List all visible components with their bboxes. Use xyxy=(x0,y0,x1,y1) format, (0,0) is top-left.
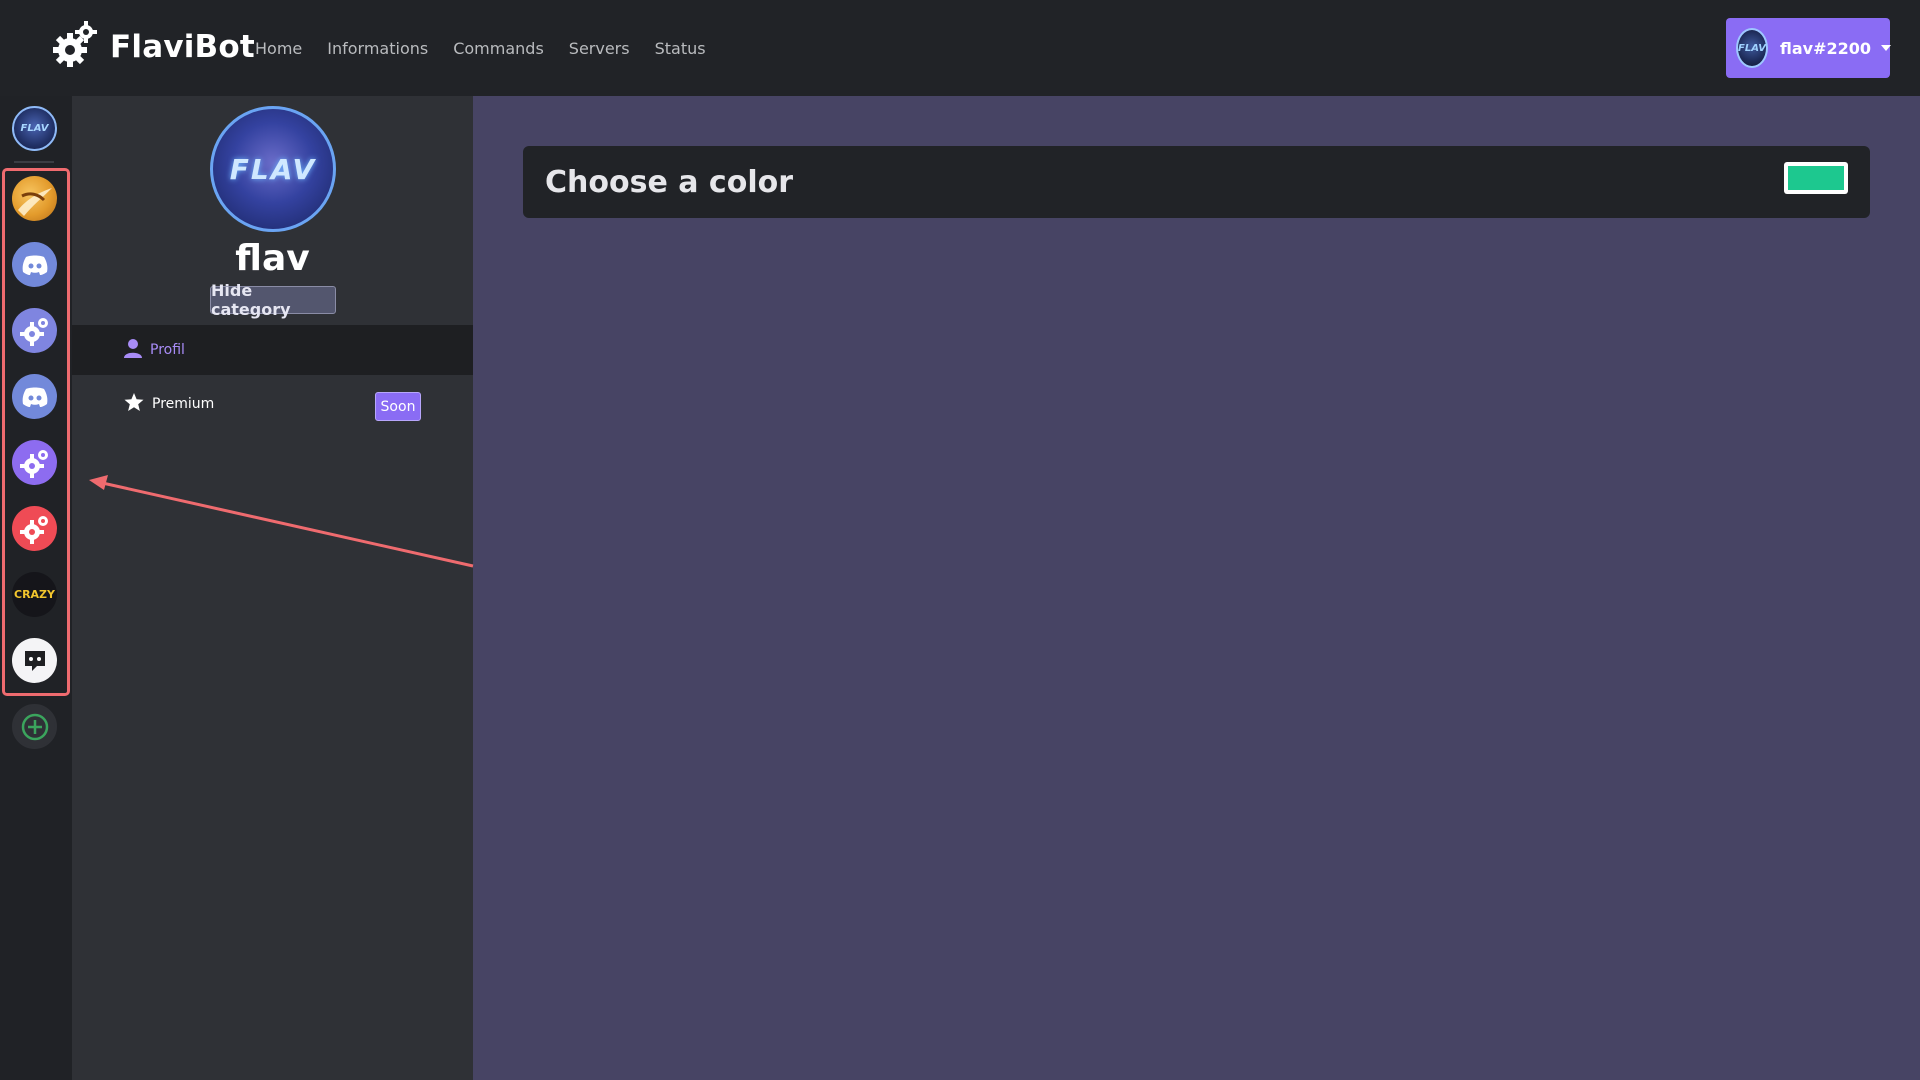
profile-name: flav xyxy=(235,238,310,279)
menu-item-premium[interactable]: Premium Soon xyxy=(72,379,473,429)
avatar: FLAV xyxy=(1736,28,1769,68)
server-icon-gear-purple[interactable] xyxy=(12,440,57,485)
nav-link-commands[interactable]: Commands xyxy=(453,39,544,58)
server-icon-gear-red[interactable] xyxy=(12,506,57,551)
top-navbar: FlaviBot Home Informations Commands Serv… xyxy=(0,0,1920,96)
nav-link-servers[interactable]: Servers xyxy=(569,39,630,58)
nav-links: Home Informations Commands Servers Statu… xyxy=(255,0,706,96)
gear-logo-icon xyxy=(50,20,98,74)
brand-title: FlaviBot xyxy=(110,29,255,65)
menu-label-profil: Profil xyxy=(150,342,185,358)
server-icon-discord-1[interactable] xyxy=(12,242,57,287)
user-name: flav#2200 xyxy=(1780,38,1872,58)
color-card-title: Choose a color xyxy=(545,164,794,200)
category-panel: FLAV flav Hide category Profil Premium S… xyxy=(72,96,473,1080)
user-menu-button[interactable]: FLAV flav#2200 xyxy=(1726,18,1892,78)
server-icon-orange[interactable] xyxy=(12,176,57,221)
soon-badge: Soon xyxy=(375,392,421,421)
profile-avatar: FLAV xyxy=(210,106,336,232)
nav-link-status[interactable]: Status xyxy=(655,39,706,58)
server-icon-flav[interactable]: FLAV xyxy=(12,106,57,151)
rail-divider xyxy=(14,161,54,163)
server-crazy-label: CRAZY xyxy=(14,588,55,601)
server-rail: FLAV CRAZY xyxy=(0,96,72,1080)
caret-down-icon xyxy=(1881,45,1892,51)
color-swatch-fill xyxy=(1788,166,1844,190)
star-icon xyxy=(124,392,144,416)
server-icon-discord-2[interactable] xyxy=(12,374,57,419)
menu-item-profil[interactable]: Profil xyxy=(72,325,473,375)
server-icon-crazy[interactable]: CRAZY xyxy=(12,572,57,617)
nav-link-home[interactable]: Home xyxy=(255,39,302,58)
server-icon-gear-blue[interactable] xyxy=(12,308,57,353)
add-server-icon[interactable] xyxy=(12,704,57,749)
hide-category-button[interactable]: Hide category xyxy=(210,281,336,319)
profile-avatar-text: FLAV xyxy=(229,152,317,186)
server-icon-chat[interactable] xyxy=(12,638,57,683)
color-picker-swatch[interactable] xyxy=(1784,162,1848,194)
user-icon xyxy=(124,338,142,362)
brand[interactable]: FlaviBot xyxy=(50,20,255,74)
color-picker-card: Choose a color xyxy=(523,146,1870,218)
nav-link-informations[interactable]: Informations xyxy=(327,39,428,58)
menu-label-premium: Premium xyxy=(152,396,215,412)
